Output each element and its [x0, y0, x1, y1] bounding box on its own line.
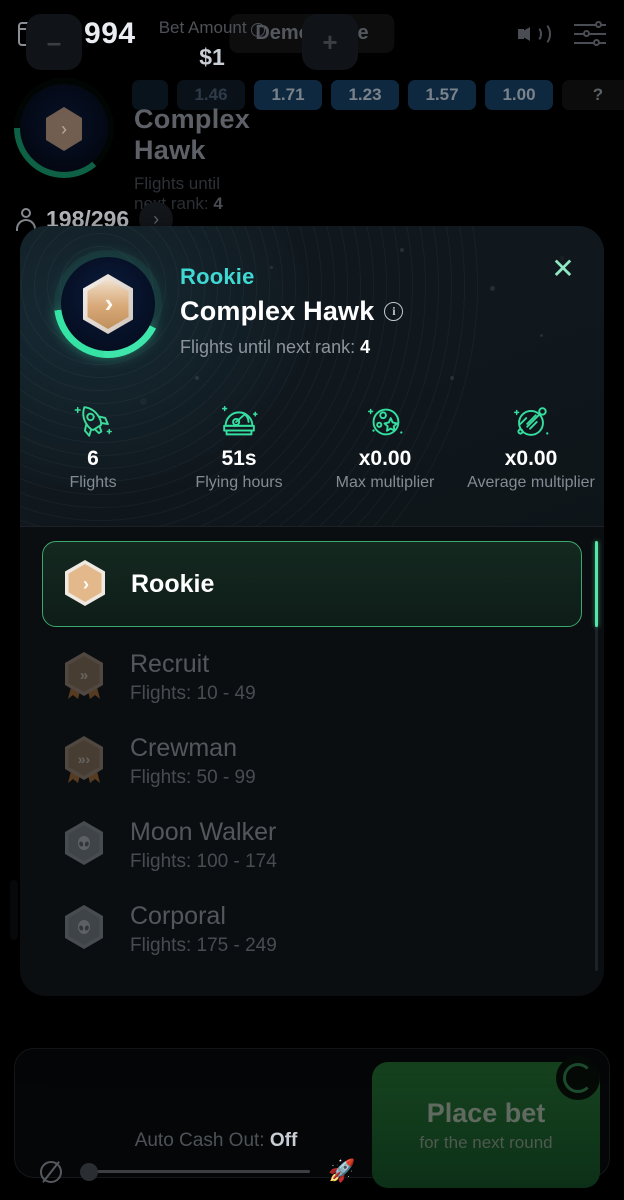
rank-flights-range: Flights: 175 - 249 [130, 934, 277, 956]
bronze-hex-chevron3-icon: »› [58, 733, 110, 789]
list-item-text: Rookie [131, 570, 214, 599]
bet-increase-button[interactable]: + [302, 14, 358, 70]
rank-name: Corporal [130, 901, 226, 930]
history-chip-unknown[interactable]: ? [562, 80, 624, 110]
close-icon[interactable]: ✕ [546, 252, 580, 286]
history-chip[interactable]: 1.57 [408, 80, 476, 110]
stat-value: x0.00 [504, 447, 558, 470]
flights-until-next-rank: Flights until next rank: 4 [180, 337, 403, 358]
sound-on-icon[interactable] [518, 19, 552, 49]
rank-badge-large: › [54, 250, 162, 358]
rank-list-scrollbar-track[interactable] [595, 541, 598, 971]
svg-text:»: » [80, 667, 88, 684]
place-bet-title: Place bet [426, 1097, 546, 1128]
list-item[interactable]: » Recruit Flights: 10 - 49 [42, 635, 582, 719]
space-helmet-icon [221, 405, 258, 436]
auto-cashout-slider-track[interactable] [84, 1170, 310, 1173]
panel-edge-decor [10, 880, 18, 940]
bronze-hex-chevron1-icon: › [59, 556, 111, 612]
planet-comet-icon [513, 407, 549, 436]
bet-amount-label-text: Bet Amount [158, 18, 247, 37]
auto-cashout-label: Auto Cash Out: [134, 1130, 265, 1151]
modal-header: › Rookie Complex Hawk i Flights until ne… [20, 226, 604, 526]
svg-text:›: › [105, 288, 114, 318]
list-item[interactable]: Moon Walker Flights: 100 - 174 [42, 803, 582, 887]
background-rank-text: Complex Hawk Flights until next rank: 4 [134, 104, 250, 214]
history-chip[interactable]: 1.00 [485, 80, 553, 110]
place-bet-subtitle: for the next round [419, 1132, 553, 1152]
rank-flights-range: Flights: 50 - 99 [130, 766, 256, 788]
rocket-icon [74, 406, 112, 437]
stat-label: Flying hours [195, 474, 283, 491]
rank-flights-range: Flights: 100 - 174 [130, 850, 277, 872]
bet-decrease-button[interactable]: – [26, 14, 82, 70]
rank-name: Recruit [130, 649, 210, 678]
stat-value: 51s [221, 447, 257, 470]
bronze-hex-chevron2-icon: » [58, 649, 110, 705]
bet-amount-value[interactable]: $1 [132, 44, 292, 71]
modal-header-text: Rookie Complex Hawk i Flights until next… [180, 264, 404, 358]
history-chip[interactable]: 1.23 [331, 80, 399, 110]
svg-text:›: › [61, 119, 67, 139]
rank-flights-range: Flights: 10 - 49 [130, 682, 256, 704]
rocket-icon[interactable]: 🚀 [328, 1158, 355, 1184]
info-icon[interactable]: i [384, 302, 404, 321]
stat-average-multiplier: x0.00 Average multiplier [458, 399, 604, 492]
rank-list-scrollbar-thumb[interactable] [595, 541, 598, 627]
stats-row: 6 Flights 51s Flying hours x0.00 Max mul… [20, 391, 604, 526]
player-name-row: Complex Hawk i [180, 296, 404, 327]
auto-cashout-slider-row[interactable]: 🚀 [40, 1158, 355, 1188]
rank-name: Crewman [130, 733, 237, 762]
settings-sliders-icon[interactable] [574, 21, 606, 47]
stat-flights: 6 Flights [20, 399, 166, 492]
player-name: Complex Hawk [180, 296, 375, 326]
silver-hex-alien-icon [58, 817, 110, 873]
flights-label: Flights until next rank: [180, 337, 356, 357]
svg-text:»›: »› [78, 751, 91, 767]
rank-tier-label: Rookie [180, 264, 255, 289]
flights-value: 4 [360, 337, 371, 357]
list-item-text: Recruit Flights: 10 - 49 [130, 650, 256, 705]
mute-icon[interactable] [40, 1161, 62, 1183]
background-rank-name: Complex Hawk [134, 104, 251, 165]
stat-label: Average multiplier [467, 474, 595, 491]
info-icon[interactable]: i [251, 23, 266, 37]
auto-cashout-row: Auto Cash Out: Off [66, 1130, 366, 1152]
svg-text:›: › [83, 574, 89, 594]
app-root: $ 994 Demo Mode 1.46 1.71 1.23 1.57 [0, 0, 624, 1200]
stat-value: 6 [87, 447, 99, 470]
list-item[interactable]: Corporal Flights: 175 - 249 [42, 887, 582, 971]
stat-label: Max multiplier [335, 474, 435, 491]
planet-star-icon [367, 408, 403, 436]
stat-value: x0.00 [358, 447, 412, 470]
refresh-icon[interactable] [556, 1056, 600, 1100]
stat-max-multiplier: x0.00 Max multiplier [312, 399, 458, 492]
list-item-text: Moon Walker Flights: 100 - 174 [130, 818, 277, 873]
rank-list: › Rookie » Recruit Flights: 10 - 49 »› C… [20, 527, 604, 996]
rank-details-modal: › Rookie Complex Hawk i Flights until ne… [20, 226, 604, 996]
list-item-text: Corporal Flights: 175 - 249 [130, 902, 277, 957]
list-item-text: Crewman Flights: 50 - 99 [130, 734, 256, 789]
bet-amount-label: Bet Amount i [132, 18, 292, 38]
list-item[interactable]: »› Crewman Flights: 50 - 99 [42, 719, 582, 803]
auto-cashout-slider-thumb[interactable] [80, 1163, 98, 1181]
auto-cashout-value[interactable]: Off [270, 1130, 297, 1151]
list-item[interactable]: › Rookie [42, 541, 582, 627]
rank-name: Moon Walker [130, 817, 277, 846]
background-rank-hex-badge: › [46, 107, 82, 151]
stat-label: Flights [69, 474, 117, 491]
rank-name: Rookie [131, 569, 215, 598]
history-chip[interactable]: 1.71 [254, 80, 322, 110]
top-bar-actions [518, 19, 606, 49]
bronze-hex-chevron-icon: › [83, 274, 133, 334]
silver-hex-alien-icon [58, 901, 110, 957]
stat-flying-hours: 51s Flying hours [166, 399, 312, 492]
background-rank-sub-value: 4 [213, 194, 223, 213]
